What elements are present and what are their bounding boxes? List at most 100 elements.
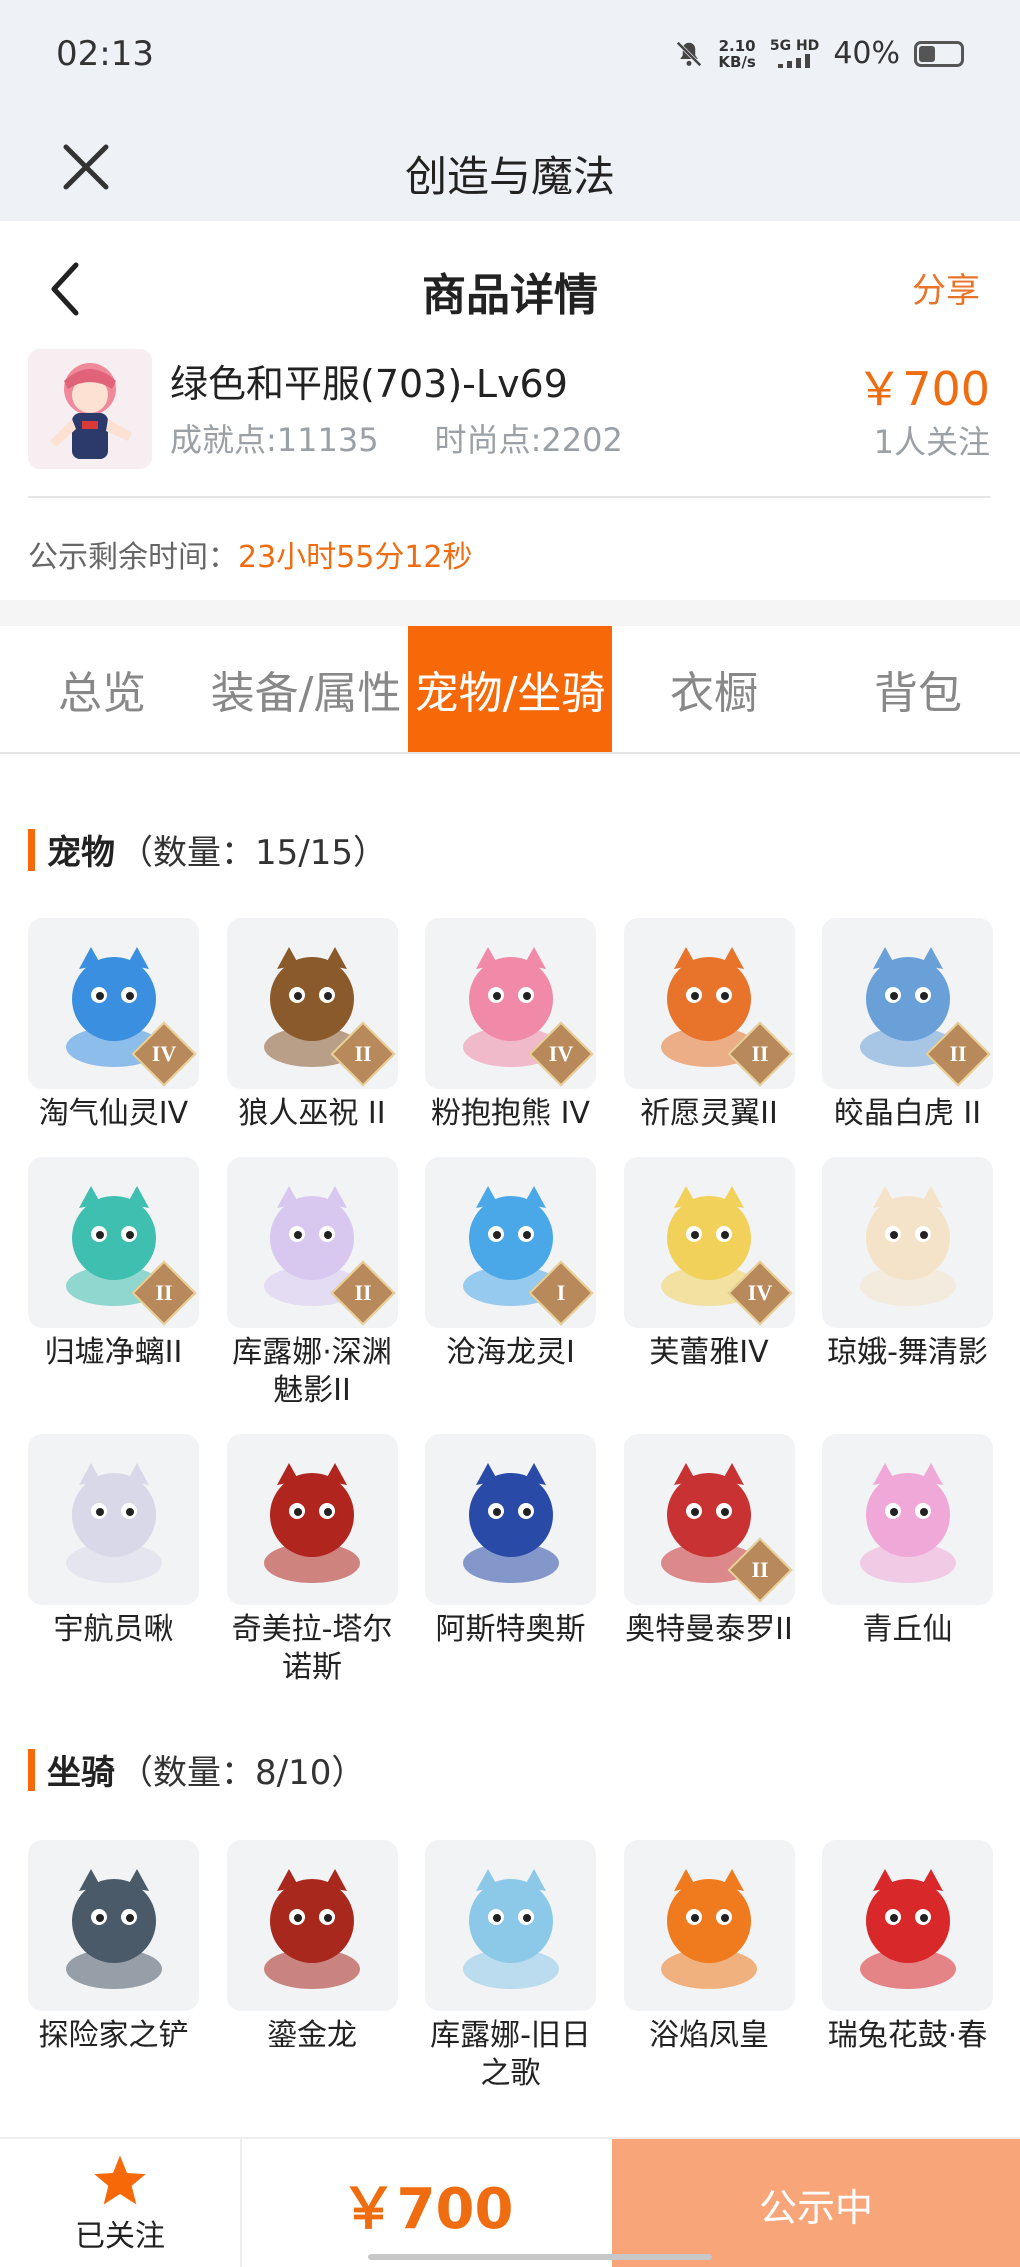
pet-card[interactable]: II 库露娜·深渊魅影II [226,1157,398,1410]
pet-name: 库露娜·深渊魅影II [232,1335,392,1408]
section-accent-bar [28,1748,35,1791]
creature-figure [264,1868,360,1989]
kuluna-pet-icon: II [226,1157,398,1328]
character-portrait-icon [28,349,152,469]
mount-card[interactable]: 探险家之铲 [28,1840,199,2093]
battery-icon [914,40,964,67]
detail-header: 商品详情 分享 [0,221,1020,351]
pet-card[interactable]: II 奥特曼泰罗II [623,1434,795,1687]
battery-percent: 40% [833,36,900,71]
rabbit-drum-mount-icon [822,1840,993,2011]
pets-grid: IV 淘气仙灵IV II 狼人巫祝 II IV 粉抱抱熊 IV II 祈愿灵翼II II 皎晶白虎… [28,918,993,1687]
bottom-price: ￥700 [340,2176,514,2242]
mount-name: 瑞兔花鼓·春 [827,2018,988,2053]
pink-bear-pet-icon: IV [425,918,596,1089]
divider [28,496,990,498]
bottom-action-bar: 已关注 ￥700 公示中 [0,2137,1020,2267]
follow-button[interactable]: 已关注 [0,2139,242,2267]
mount-name: 探险家之铲 [38,2018,189,2053]
creature-figure [264,1462,360,1583]
pet-card[interactable]: 宇航员啾 [28,1434,199,1687]
tab-overview[interactable]: 总览 [0,626,204,752]
creature-figure [859,1462,956,1583]
character-avatar[interactable] [28,349,152,469]
astronaut-pet-icon [28,1434,199,1605]
creature-figure [661,1868,757,1989]
pet-name: 青丘仙 [862,1612,953,1647]
gold-dragon-mount-icon [226,1840,398,2011]
pet-card[interactable]: II 皎晶白虎 II [822,918,993,1133]
countdown-value: 23小时55分12秒 [238,540,473,575]
publicity-status-button[interactable]: 公示中 [612,2139,1020,2267]
mount-name: 库露娜-旧日之歌 [430,2018,591,2091]
status-bar: 02:13 2.10 KB/s 5G HD 40% [0,0,1020,115]
werewolf-pet-icon: II [226,918,398,1089]
creature-figure [65,1868,162,1989]
pet-name: 祈愿灵翼II [640,1096,778,1131]
follow-label: 已关注 [75,2219,165,2254]
pet-card[interactable]: 奇美拉-塔尔诺斯 [226,1434,398,1687]
pet-name: 奥特曼泰罗II [625,1612,793,1647]
shovel-mount-icon [28,1840,199,2011]
detail-tabs: 总览 装备/属性 宠物/坐骑 衣橱 背包 [0,626,1020,754]
pet-name: 沧海龙灵I [446,1335,575,1370]
signal-bars-icon [777,54,810,68]
network-speed: 2.10 KB/s [718,36,756,71]
white-tiger-pet-icon: II [822,918,993,1089]
pet-card[interactable]: IV 粉抱抱熊 IV [425,918,596,1133]
home-indicator [368,2254,712,2260]
pet-name: 狼人巫祝 II [238,1096,386,1131]
tab-equipment[interactable]: 装备/属性 [204,626,408,752]
creature-figure [65,1462,162,1583]
pet-name: 奇美拉-塔尔诺斯 [231,1612,393,1685]
mount-card[interactable]: 库露娜-旧日之歌 [425,1840,596,2093]
status-indicators: 2.10 KB/s 5G HD 40% [674,36,964,71]
mount-card[interactable]: 瑞兔花鼓·春 [822,1840,993,2093]
pet-card[interactable]: IV 芙蕾雅IV [623,1157,795,1410]
share-button[interactable]: 分享 [912,263,980,312]
asteros-pet-icon [425,1434,596,1605]
mounts-grid: 探险家之铲 鎏金龙 库露娜-旧日之歌 浴焰凤皇 瑞兔花鼓·春 [28,1840,993,2093]
ultraman-taro-pet-icon: II [623,1434,795,1605]
pet-name: 皎晶白虎 II [833,1096,982,1131]
chimera-pet-icon [226,1434,398,1605]
pet-name: 归墟净螭II [44,1335,183,1370]
section-accent-bar [28,828,35,871]
pet-name: 琼娥-舞清影 [827,1335,988,1370]
tab-pets-mounts[interactable]: 宠物/坐骑 [408,626,612,752]
pet-name: 粉抱抱熊 IV [431,1096,590,1131]
mount-name: 鎏金龙 [267,2018,357,2053]
creature-figure [859,1185,956,1306]
app-bar: 创造与魔法 [0,115,1020,221]
pet-card[interactable]: IV 淘气仙灵IV [28,918,199,1133]
pet-card[interactable]: 青丘仙 [822,1434,993,1687]
fashion-points: 时尚点:2202 [434,421,623,459]
pet-card[interactable]: II 归墟净螭II [28,1157,199,1410]
bell-off-icon [676,40,702,67]
pet-card[interactable]: I 沧海龙灵I [425,1157,596,1410]
publicity-countdown: 公示剩余时间：23小时55分12秒 [28,532,473,576]
pets-section-title: 宠物 （数量：15/15） [28,825,387,874]
pet-card[interactable]: 琼娥-舞清影 [822,1157,993,1410]
jade-dragon-pet-icon: II [28,1157,199,1328]
mount-card[interactable]: 浴焰凤皇 [623,1840,795,2093]
product-info: 绿色和平服(703)-Lv69 成就点:11135 时尚点:2202 ￥700 … [0,345,1020,495]
achievement-points: 成就点:11135 [170,421,379,459]
app-title: 创造与魔法 [404,152,615,201]
pet-card[interactable]: II 狼人巫祝 II [226,918,398,1133]
battery-level [919,45,935,62]
blue-dog-pet-icon: IV [28,918,199,1089]
section-gap [0,600,1020,626]
phoenix-bird-pet-icon: II [623,918,795,1089]
status-time: 02:13 [56,34,154,74]
tab-wardrobe[interactable]: 衣橱 [612,626,816,752]
tab-backpack[interactable]: 背包 [816,626,1020,752]
pet-name: 芙蕾雅IV [649,1335,769,1370]
pet-card[interactable]: II 祈愿灵翼II [623,918,795,1133]
mounts-section-title: 坐骑 （数量：8/10） [28,1745,365,1794]
pet-name: 淘气仙灵IV [38,1096,189,1131]
creature-figure [462,1868,559,1989]
mount-card[interactable]: 鎏金龙 [226,1840,398,2093]
countdown-label: 公示剩余时间： [28,540,238,575]
pet-card[interactable]: 阿斯特奥斯 [425,1434,596,1687]
